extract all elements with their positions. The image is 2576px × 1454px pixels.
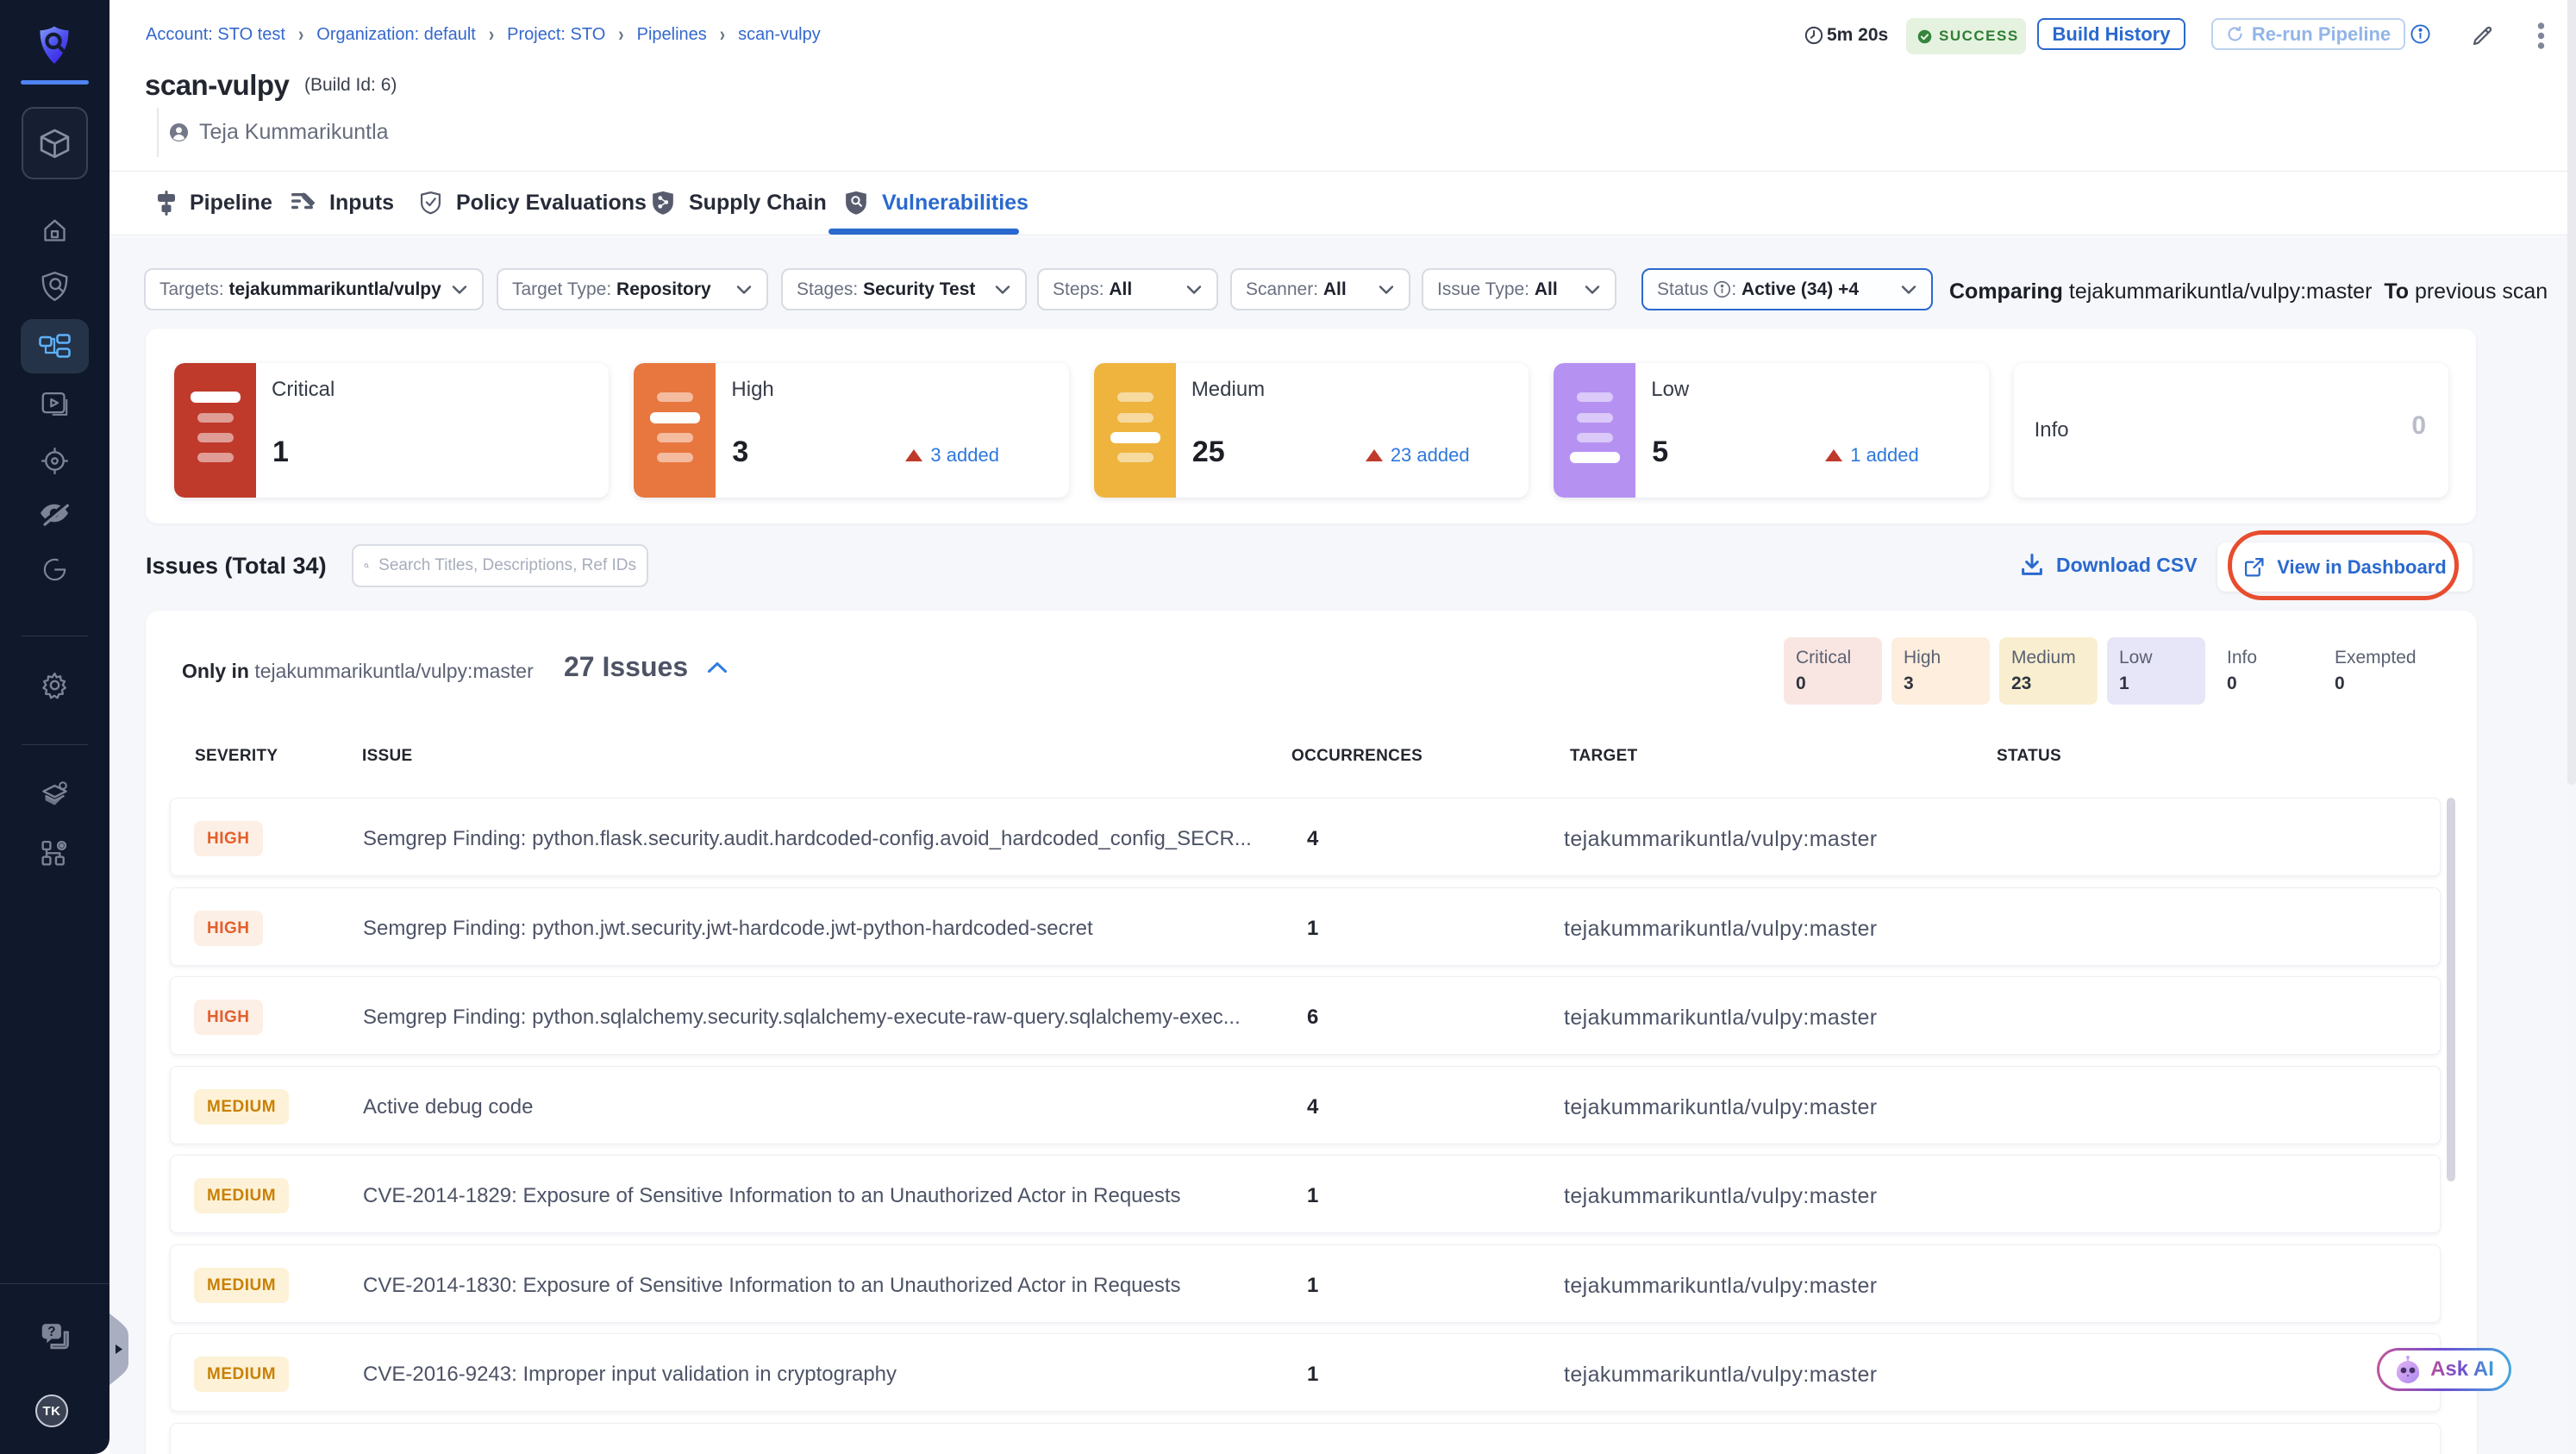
svg-text:?: ?: [47, 1325, 55, 1339]
